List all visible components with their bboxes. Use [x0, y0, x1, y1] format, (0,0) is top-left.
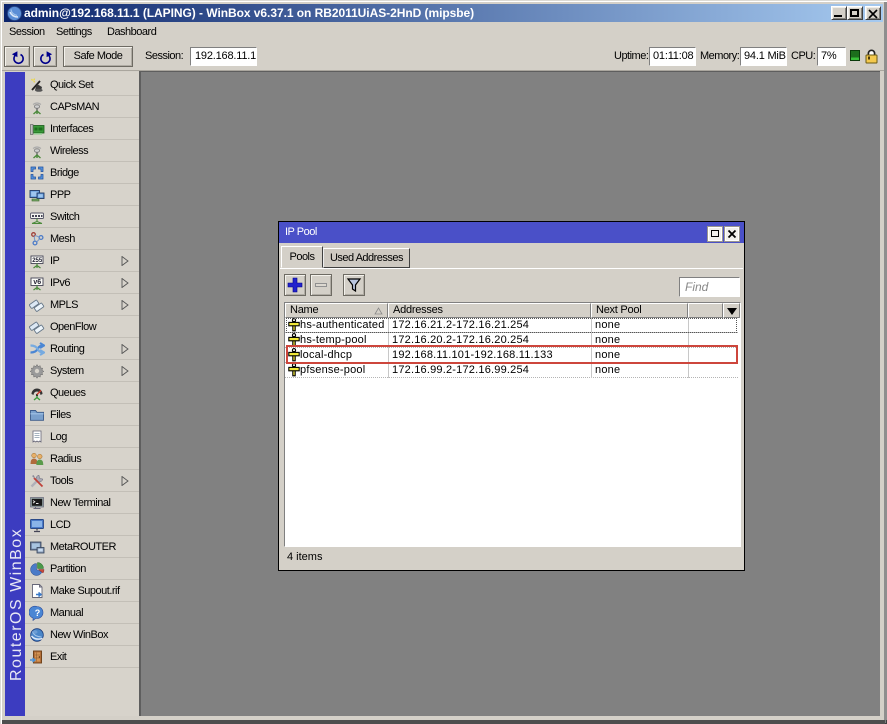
svg-text:v6: v6 [33, 279, 41, 286]
svg-text:?: ? [35, 608, 41, 618]
svg-text:255: 255 [32, 258, 43, 264]
